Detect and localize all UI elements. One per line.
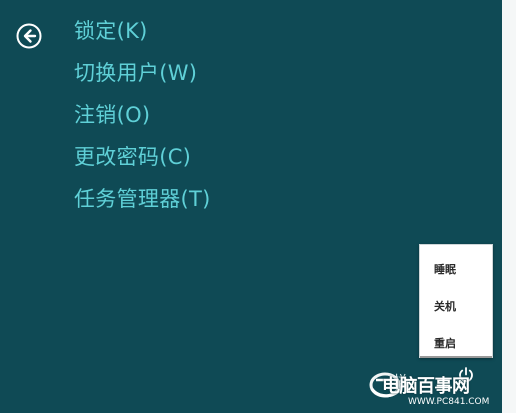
security-options-menu: 锁定(K) 切换用户(W) 注销(O) 更改密码(C) 任务管理器(T) [74,14,211,224]
popup-bottom-border [420,356,492,358]
watermark-url: WWW.PC841.COM [408,397,490,407]
power-option-shutdown[interactable]: 关机 [420,298,492,314]
menu-item-task-manager[interactable]: 任务管理器(T) [74,182,211,224]
menu-item-change-password[interactable]: 更改密码(C) [74,140,211,182]
power-option-restart[interactable]: 重启 [420,335,492,351]
back-button[interactable] [16,23,42,49]
arrow-left-circle-icon [16,23,42,49]
menu-item-switch-user[interactable]: 切换用户(W) [74,56,211,98]
menu-item-lock[interactable]: 锁定(K) [74,14,211,56]
ctrl-alt-del-screen: 锁定(K) 切换用户(W) 注销(O) 更改密码(C) 任务管理器(T) 睡眠 … [0,0,516,413]
menu-item-sign-out[interactable]: 注销(O) [74,98,211,140]
screen-edge [502,0,516,413]
power-options-popup: 睡眠 关机 重启 [419,244,493,358]
power-option-sleep[interactable]: 睡眠 [420,261,492,277]
watermark-brand: 电脑百事网 [382,376,470,397]
